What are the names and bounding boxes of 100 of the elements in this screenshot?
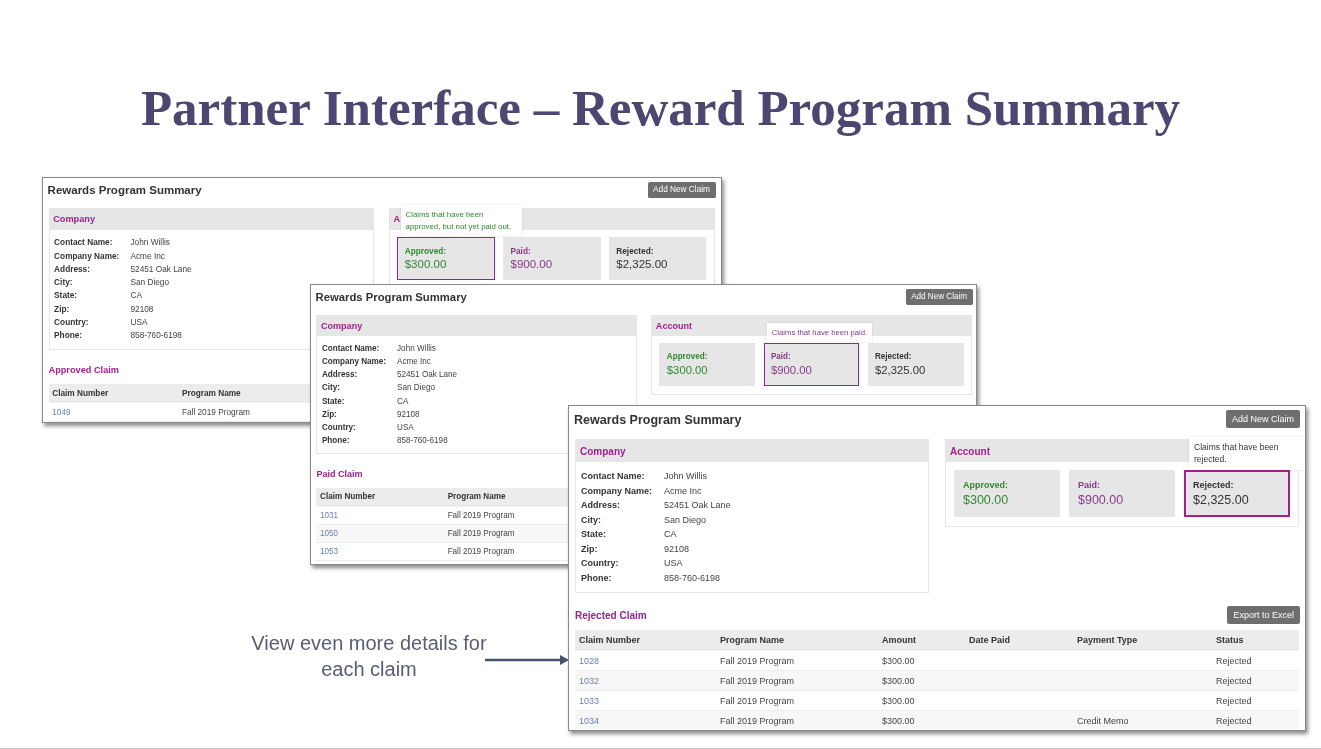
field-value: Acme Inc — [397, 357, 431, 367]
claim-link[interactable]: 1034 — [579, 715, 600, 726]
column-header: Amount — [882, 635, 916, 645]
field-label: Phone: — [54, 331, 83, 341]
field-label: State: — [321, 396, 345, 406]
summary-card[interactable]: Rejected: $2,325.00 — [867, 343, 964, 386]
field-label: State: — [54, 291, 78, 301]
claim-link[interactable]: 1050 — [320, 528, 339, 538]
field-label: Country: — [581, 558, 619, 569]
column-header: Program Name — [181, 388, 241, 398]
field-value: San Diego — [130, 278, 170, 288]
field-value: 858-760-6198 — [397, 435, 448, 445]
field-label: Contact Name: — [54, 238, 113, 248]
claim-link[interactable]: 1033 — [579, 695, 600, 706]
add-claim-button[interactable]: Add New Claim — [1225, 410, 1300, 428]
section-heading: Approved Claim — [48, 365, 119, 376]
summary-card[interactable]: Paid: $900.00 — [1069, 470, 1175, 517]
field-value: 52451 Oak Lane — [130, 264, 192, 274]
table-cell: $300.00 — [882, 675, 915, 686]
field-label: Address: — [581, 500, 620, 511]
section-heading: Paid Claim — [316, 469, 363, 480]
card-amount: $300.00 — [404, 258, 448, 271]
field-label: Phone: — [321, 435, 350, 445]
table-cell: Fall 2019 Program — [720, 675, 795, 686]
panel-heading: Company — [317, 315, 636, 336]
field-value: 92108 — [664, 543, 690, 554]
card-label: Rejected: — [616, 246, 655, 256]
card-label: Rejected: — [874, 352, 913, 362]
card-label: Rejected: — [1193, 480, 1235, 490]
add-claim-button[interactable]: Add New Claim — [905, 288, 973, 305]
arrow-icon — [485, 655, 569, 665]
add-claim-button[interactable]: Add New Claim — [647, 181, 716, 198]
field-value: Acme Inc — [130, 251, 165, 261]
field-label: Company Name: — [581, 485, 652, 496]
field-value: CA — [664, 529, 677, 540]
field-label: Address: — [54, 264, 90, 274]
summary-card[interactable]: Approved: $300.00 — [659, 343, 756, 386]
field-value: John Willis — [397, 344, 436, 354]
field-value: CA — [130, 291, 142, 301]
table-cell: Fall 2019 Program — [720, 695, 795, 706]
column-header: Program Name — [720, 635, 785, 645]
table-cell: Rejected — [1216, 655, 1252, 666]
claim-link[interactable]: 1031 — [320, 510, 339, 520]
field-label: Address: — [321, 370, 358, 380]
card-amount: $300.00 — [666, 364, 709, 377]
window-title: Rewards Program Summary — [574, 412, 742, 427]
field-value: USA — [397, 422, 414, 432]
card-label: Paid: — [770, 352, 792, 362]
table-cell: Fall 2019 Program — [720, 655, 795, 666]
tooltip: Claims that have been rejected. — [1189, 436, 1305, 470]
field-value: San Diego — [397, 383, 435, 393]
card-amount: $300.00 — [963, 493, 1010, 507]
column-header: Payment Type — [1077, 635, 1138, 645]
table-cell: Fall 2019 Program — [181, 407, 250, 417]
column-header: Status — [1216, 635, 1244, 645]
section-heading: Rejected Claim — [575, 609, 647, 621]
field-label: City: — [54, 278, 73, 288]
table-cell: Fall 2019 Program — [720, 715, 795, 726]
table-cell: Rejected — [1216, 695, 1252, 706]
field-label: City: — [321, 383, 340, 393]
field-label: Company Name: — [321, 357, 387, 367]
callout-text: View even more details for each claim — [250, 631, 488, 682]
card-amount: $2,325.00 — [1193, 493, 1250, 507]
window-title: Rewards Program Summary — [315, 290, 467, 304]
table-cell: Rejected — [1216, 675, 1252, 686]
field-value: 52451 Oak Lane — [397, 370, 458, 380]
summary-card[interactable]: Approved: $300.00 — [954, 470, 1060, 517]
field-value: John Willis — [130, 238, 170, 248]
field-value: John Willis — [664, 471, 707, 482]
card-label: Paid: — [1078, 480, 1101, 490]
field-value: 92108 — [397, 409, 420, 419]
summary-card[interactable]: Paid: $900.00 — [503, 236, 601, 281]
card-amount: $2,325.00 — [616, 258, 669, 271]
summary-card[interactable]: Rejected: $2,325.00 — [608, 236, 707, 281]
field-label: Company Name: — [54, 251, 120, 261]
field-label: City: — [581, 514, 601, 525]
table-cell: Fall 2019 Program — [447, 528, 515, 538]
field-value: 858-760-6198 — [130, 331, 182, 341]
column-header: Program Name — [447, 492, 506, 502]
claim-link[interactable]: 1028 — [579, 655, 600, 666]
claim-link[interactable]: 1032 — [579, 675, 600, 686]
field-label: Country: — [54, 318, 89, 328]
column-header: Claim Number — [579, 635, 640, 645]
field-label: Contact Name: — [581, 471, 645, 482]
table-cell: Fall 2019 Program — [447, 510, 515, 520]
claim-link[interactable]: 1049 — [52, 407, 71, 417]
field-value: 52451 Oak Lane — [664, 500, 731, 511]
field-label: State: — [581, 529, 606, 540]
window-title: Rewards Program Summary — [47, 183, 202, 197]
field-label: Phone: — [581, 572, 612, 583]
card-label: Approved: — [404, 246, 448, 256]
panel-heading: Company — [576, 440, 928, 462]
claim-link[interactable]: 1053 — [320, 547, 339, 556]
card-amount: $900.00 — [1078, 493, 1125, 507]
export-button[interactable]: Export to Excel — [1227, 606, 1300, 624]
card-amount: $900.00 — [770, 364, 813, 377]
field-label: Contact Name: — [321, 344, 380, 354]
panel-heading: Company — [49, 209, 374, 230]
card-label: Approved: — [666, 352, 709, 362]
field-value: San Diego — [664, 514, 707, 525]
